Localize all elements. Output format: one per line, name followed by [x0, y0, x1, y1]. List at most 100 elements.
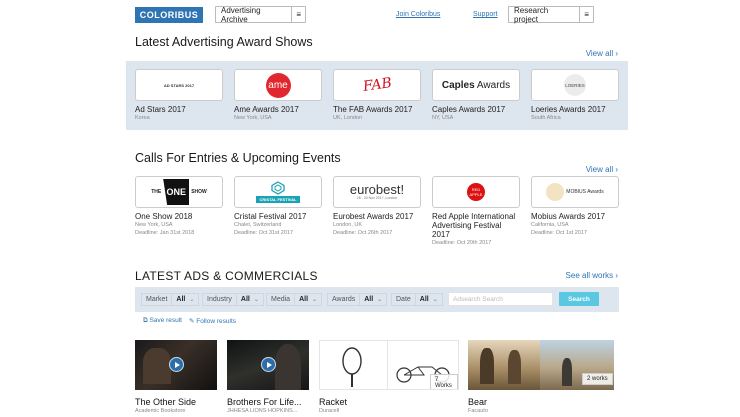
- racket-image: [342, 347, 362, 387]
- filter-market[interactable]: Market All ⌄: [141, 293, 200, 306]
- award-card-caples[interactable]: Caples Awards Caples Awards 2017 NY, USA: [432, 69, 520, 122]
- filter-bar: Market All ⌄ Industry All ⌄ Media All ⌄ Awa…: [135, 287, 619, 312]
- filter-industry[interactable]: Industry All ⌄: [202, 293, 264, 306]
- event-logo: RED APPLE: [432, 176, 520, 208]
- event-card-one-show[interactable]: THE ONE SHOW One Show 2018 New York, USA…: [135, 176, 223, 237]
- research-dropdown-label: Research project: [514, 5, 549, 24]
- award-logo: Caples Awards: [432, 69, 520, 101]
- event-card-mobius[interactable]: MOBIUS Awards Mobius Awards 2017 Califor…: [531, 176, 619, 237]
- chevron-down-icon: ⌄: [377, 297, 383, 303]
- work-title[interactable]: Brothers For Life...: [227, 397, 302, 407]
- latest-ads-title: LATEST ADS & COMMERCIALS: [135, 269, 318, 283]
- event-deadline: Deadline: Oct 1st 2017: [531, 230, 587, 236]
- event-logo: THE ONE SHOW: [135, 176, 223, 208]
- filter-label: Industry: [203, 294, 237, 305]
- award-card-loeries[interactable]: LOERIES Loeries Awards 2017 South Africa: [531, 69, 619, 122]
- filter-label: Market: [142, 294, 173, 305]
- award-shows-title: Latest Advertising Award Shows: [135, 35, 313, 49]
- event-name: One Show 2018: [135, 212, 193, 221]
- filter-label: Media: [267, 294, 296, 305]
- event-name: Cristal Festival 2017: [234, 212, 307, 221]
- work-title[interactable]: Racket: [319, 397, 347, 407]
- event-location: London, UK: [333, 222, 363, 228]
- fab-logo: FAB: [361, 75, 393, 95]
- event-location: California, USA: [531, 222, 569, 228]
- filter-label: Date: [392, 294, 416, 305]
- event-deadline: Deadline: Jan 31st 2018: [135, 230, 195, 236]
- chevron-down-icon: ⌄: [312, 297, 318, 303]
- filter-value: All ⌄: [240, 296, 259, 303]
- award-logo: FAB: [333, 69, 421, 101]
- works-count-badge: 7 Works: [430, 374, 458, 389]
- award-location: UK, London: [333, 115, 363, 121]
- eurobest-logo: eurobest! 28 - 30 Nov 2017, London: [349, 181, 405, 200]
- award-logo: AD STARS 2017: [135, 69, 223, 101]
- work-thumb-bear[interactable]: 2 works: [468, 340, 614, 390]
- event-logo: MOBIUS Awards: [531, 176, 619, 208]
- filter-label: Awards: [328, 294, 361, 305]
- award-name: Ame Awards 2017: [234, 105, 299, 114]
- work-brand: JHHESA LIONS HOPKINS...: [227, 408, 298, 414]
- chevron-down-icon: ⌄: [189, 297, 195, 303]
- archive-dropdown[interactable]: Advertising Archive ≡: [215, 5, 306, 24]
- event-card-red-apple[interactable]: RED APPLE Red Apple International Advert…: [432, 176, 520, 247]
- award-location: Korea: [135, 115, 150, 121]
- ad-search-input[interactable]: Adsearch Search: [448, 292, 553, 306]
- award-location: NY, USA: [432, 115, 454, 121]
- join-link[interactable]: Join Coloribus: [396, 11, 440, 18]
- mobius-logo: MOBIUS Awards: [546, 183, 604, 201]
- event-logo: eurobest! 28 - 30 Nov 2017, London: [333, 176, 421, 208]
- award-card-fab[interactable]: FAB The FAB Awards 2017 UK, London: [333, 69, 421, 122]
- pin-icon: ✎: [189, 318, 195, 325]
- work-title[interactable]: The Other Side: [135, 397, 196, 407]
- loeries-logo: LOERIES: [564, 74, 586, 96]
- event-deadline: Deadline: Oct 31st 2017: [234, 230, 294, 236]
- filter-awards[interactable]: Awards All ⌄: [327, 293, 388, 306]
- event-logo: CRISTAL FESTIVAL: [234, 176, 322, 208]
- chevron-down-icon: ⌄: [432, 297, 438, 303]
- chevron-down-icon: ⌄: [253, 297, 259, 303]
- save-result-link[interactable]: ⧉ Save result: [143, 317, 182, 325]
- red-apple-logo: RED APPLE: [467, 183, 485, 201]
- event-deadline: Deadline: Oct 26th 2017: [333, 230, 393, 236]
- event-name: Eurobest Awards 2017: [333, 212, 414, 221]
- support-link[interactable]: Support: [473, 11, 498, 18]
- award-card-ame[interactable]: ame Ame Awards 2017 New York, USA: [234, 69, 322, 122]
- menu-icon: ≡: [579, 7, 593, 22]
- coloribus-logo[interactable]: COLORIBUS: [135, 7, 203, 23]
- event-card-cristal[interactable]: CRISTAL FESTIVAL Cristal Festival 2017 C…: [234, 176, 322, 237]
- award-name: Loeries Awards 2017: [531, 105, 606, 114]
- archive-dropdown-label: Advertising Archive: [221, 5, 261, 24]
- research-dropdown[interactable]: Research project ≡: [508, 5, 594, 24]
- filter-value: All ⌄: [299, 296, 318, 303]
- see-all-works-link[interactable]: See all works ›: [566, 271, 618, 280]
- events-view-all[interactable]: View all ›: [586, 165, 618, 174]
- cristal-logo: CRISTAL FESTIVAL: [256, 181, 300, 203]
- filter-value: All ⌄: [419, 296, 438, 303]
- work-brand: Duracell: [319, 408, 340, 414]
- work-title[interactable]: Bear: [468, 397, 487, 407]
- event-deadline: Deadline: Oct 20th 2017: [432, 240, 492, 246]
- search-button[interactable]: Search: [559, 292, 599, 306]
- event-location: Chalet, Switzerland: [234, 222, 282, 228]
- award-card-ad-stars[interactable]: AD STARS 2017 Ad Stars 2017 Korea: [135, 69, 223, 122]
- work-thumb-racket[interactable]: 7 Works: [319, 340, 459, 390]
- works-count-badge: 2 works: [582, 373, 613, 385]
- filter-value: All ⌄: [176, 296, 195, 303]
- save-icon: ⧉: [143, 317, 148, 324]
- work-brand: Academic Bookstore: [135, 408, 186, 414]
- filter-media[interactable]: Media All ⌄: [266, 293, 323, 306]
- award-logo: LOERIES: [531, 69, 619, 101]
- event-card-eurobest[interactable]: eurobest! 28 - 30 Nov 2017, London Eurobe…: [333, 176, 421, 237]
- event-name: Red Apple International Advertising Fest…: [432, 212, 516, 239]
- play-icon[interactable]: [169, 357, 184, 372]
- events-title: Calls For Entries & Upcoming Events: [135, 151, 341, 165]
- play-icon[interactable]: [261, 357, 276, 372]
- work-thumb-the-other-side[interactable]: [135, 340, 217, 390]
- filter-date[interactable]: Date All ⌄: [391, 293, 443, 306]
- award-shows-view-all[interactable]: View all ›: [586, 49, 618, 58]
- award-name: Caples Awards 2017: [432, 105, 506, 114]
- work-thumb-brothers-for-life[interactable]: [227, 340, 309, 390]
- ame-logo: ame: [265, 72, 291, 98]
- follow-results-link[interactable]: ✎ Follow results: [189, 317, 236, 325]
